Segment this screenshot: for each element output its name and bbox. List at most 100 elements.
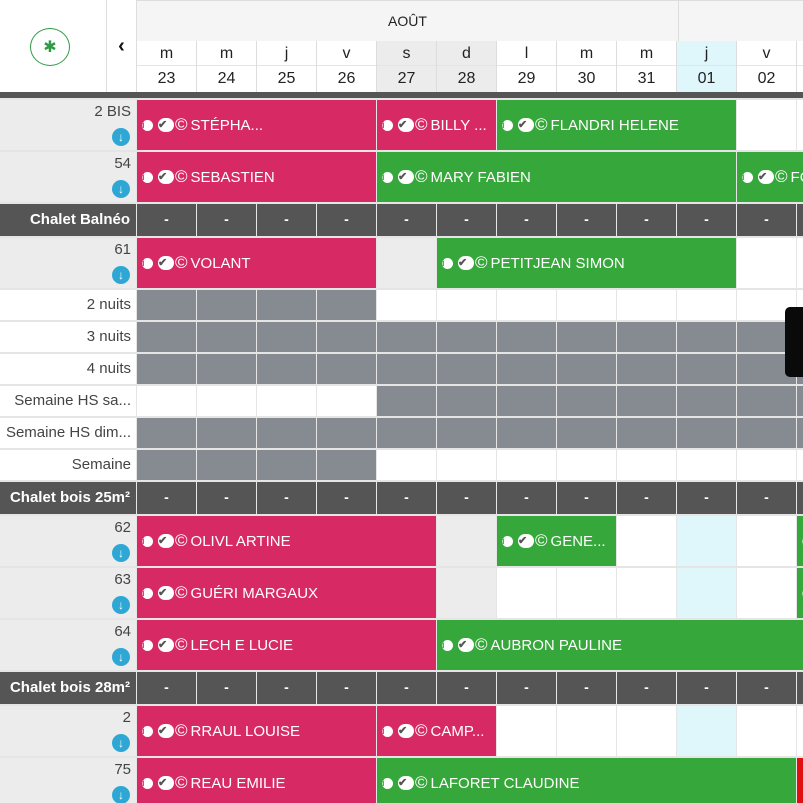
rule-day-cell[interactable] <box>797 386 803 416</box>
availability-cell[interactable] <box>797 238 803 288</box>
rule-day-cell[interactable] <box>677 418 736 448</box>
info-icon[interactable]: i <box>442 257 453 269</box>
rule-day-cell[interactable] <box>437 354 496 384</box>
availability-cell[interactable] <box>737 238 796 288</box>
rule-day-cell[interactable] <box>377 418 436 448</box>
rule-day-cell[interactable] <box>677 322 736 352</box>
info-icon[interactable]: i <box>382 171 393 183</box>
arrow-down-circle-icon[interactable]: ↓ <box>112 786 130 803</box>
rule-day-cell[interactable] <box>317 354 376 384</box>
rule-day-cell[interactable] <box>437 450 496 480</box>
availability-cell[interactable] <box>557 568 616 618</box>
availability-cell[interactable] <box>737 100 796 150</box>
rule-day-cell[interactable] <box>677 290 736 320</box>
rule-day-cell[interactable] <box>617 386 676 416</box>
rule-day-cell[interactable] <box>197 450 256 480</box>
rule-day-cell[interactable] <box>737 386 796 416</box>
availability-cell[interactable] <box>797 100 803 150</box>
rule-day-cell[interactable] <box>197 322 256 352</box>
rule-day-cell[interactable] <box>137 450 196 480</box>
availability-cell[interactable] <box>617 706 676 756</box>
rule-day-cell[interactable] <box>377 354 436 384</box>
availability-cell[interactable] <box>617 568 676 618</box>
info-icon[interactable]: i <box>742 171 753 183</box>
rule-day-cell[interactable] <box>317 450 376 480</box>
rule-day-cell[interactable] <box>497 386 556 416</box>
booking-bar[interactable]: i ✔ © GUÉRI MARGAUX <box>137 568 436 618</box>
rule-day-cell[interactable] <box>677 386 736 416</box>
arrow-down-circle-icon[interactable]: ↓ <box>112 648 130 666</box>
booking-bar[interactable]: i ✔ © LAFORET CLAUDINE <box>377 758 796 803</box>
rule-day-cell[interactable] <box>617 322 676 352</box>
rule-day-cell[interactable] <box>257 354 316 384</box>
rule-day-cell[interactable] <box>437 386 496 416</box>
availability-cell[interactable] <box>737 706 796 756</box>
rule-day-cell[interactable] <box>737 450 796 480</box>
rule-day-cell[interactable] <box>257 418 316 448</box>
availability-cell[interactable] <box>677 516 736 566</box>
rule-day-cell[interactable] <box>557 418 616 448</box>
rule-day-cell[interactable] <box>797 450 803 480</box>
rule-day-cell[interactable] <box>557 354 616 384</box>
rule-day-cell[interactable] <box>617 450 676 480</box>
info-icon[interactable]: i <box>142 257 153 269</box>
info-icon[interactable]: i <box>502 119 513 131</box>
rule-day-cell[interactable] <box>557 322 616 352</box>
arrow-down-circle-icon[interactable]: ↓ <box>112 734 130 752</box>
rule-day-cell[interactable] <box>677 450 736 480</box>
rule-day-cell[interactable] <box>137 354 196 384</box>
arrow-down-circle-icon[interactable]: ↓ <box>112 266 130 284</box>
info-icon[interactable]: i <box>382 119 393 131</box>
booking-bar[interactable]: i✔© <box>797 568 803 618</box>
booking-bar[interactable]: i ✔ © OLIVL ARTINE <box>137 516 436 566</box>
booking-bar[interactable]: i ✔ © RRAUL LOUISE <box>137 706 376 756</box>
rule-day-cell[interactable] <box>497 450 556 480</box>
rule-day-cell[interactable] <box>317 386 376 416</box>
booking-bar[interactable]: i ✔ © BILLY ... <box>377 100 496 150</box>
info-icon[interactable]: i <box>142 725 153 737</box>
rule-day-cell[interactable] <box>497 354 556 384</box>
rule-day-cell[interactable] <box>377 450 436 480</box>
booking-bar[interactable]: i ✔ © STÉPHA... <box>137 100 376 150</box>
availability-cell[interactable] <box>437 568 496 618</box>
booking-bar[interactable]: i ✔ © GENE... <box>497 516 616 566</box>
rule-day-cell[interactable] <box>677 354 736 384</box>
rule-day-cell[interactable] <box>197 354 256 384</box>
rule-day-cell[interactable] <box>557 450 616 480</box>
previous-period-button[interactable]: ‹ <box>107 0 136 92</box>
arrow-down-circle-icon[interactable]: ↓ <box>112 544 130 562</box>
info-icon[interactable]: i <box>142 587 153 599</box>
booking-bar[interactable]: i ✔ © FLANDRI HELENE <box>497 100 736 150</box>
rule-day-cell[interactable] <box>137 386 196 416</box>
availability-cell[interactable] <box>377 238 436 288</box>
rule-day-cell[interactable] <box>137 290 196 320</box>
availability-cell[interactable] <box>557 706 616 756</box>
booking-bar[interactable]: i ✔ © LECH E LUCIE <box>137 620 436 670</box>
booking-bar[interactable]: i ✔ © AUBRON PAULINE <box>437 620 803 670</box>
rule-day-cell[interactable] <box>377 322 436 352</box>
rule-day-cell[interactable] <box>437 290 496 320</box>
info-icon[interactable]: i <box>142 535 153 547</box>
rule-day-cell[interactable] <box>257 386 316 416</box>
rule-day-cell[interactable] <box>557 290 616 320</box>
rule-day-cell[interactable] <box>257 322 316 352</box>
booking-bar[interactable]: i ✔ © REAU EMILIE <box>137 758 376 803</box>
rule-day-cell[interactable] <box>317 418 376 448</box>
availability-cell[interactable] <box>737 516 796 566</box>
info-icon[interactable]: i <box>142 119 153 131</box>
rule-day-cell[interactable] <box>617 354 676 384</box>
info-icon[interactable]: i <box>142 777 153 789</box>
rule-day-cell[interactable] <box>617 418 676 448</box>
rule-day-cell[interactable] <box>497 290 556 320</box>
arrow-down-circle-icon[interactable]: ↓ <box>112 596 130 614</box>
rule-day-cell[interactable] <box>317 322 376 352</box>
availability-cell[interactable] <box>677 568 736 618</box>
booking-bar[interactable] <box>797 758 803 803</box>
availability-cell[interactable] <box>737 568 796 618</box>
info-icon[interactable]: i <box>382 725 393 737</box>
rule-day-cell[interactable] <box>497 418 556 448</box>
info-icon[interactable]: i <box>382 777 393 789</box>
availability-cell[interactable] <box>677 706 736 756</box>
info-icon[interactable]: i <box>142 639 153 651</box>
rule-day-cell[interactable] <box>377 290 436 320</box>
